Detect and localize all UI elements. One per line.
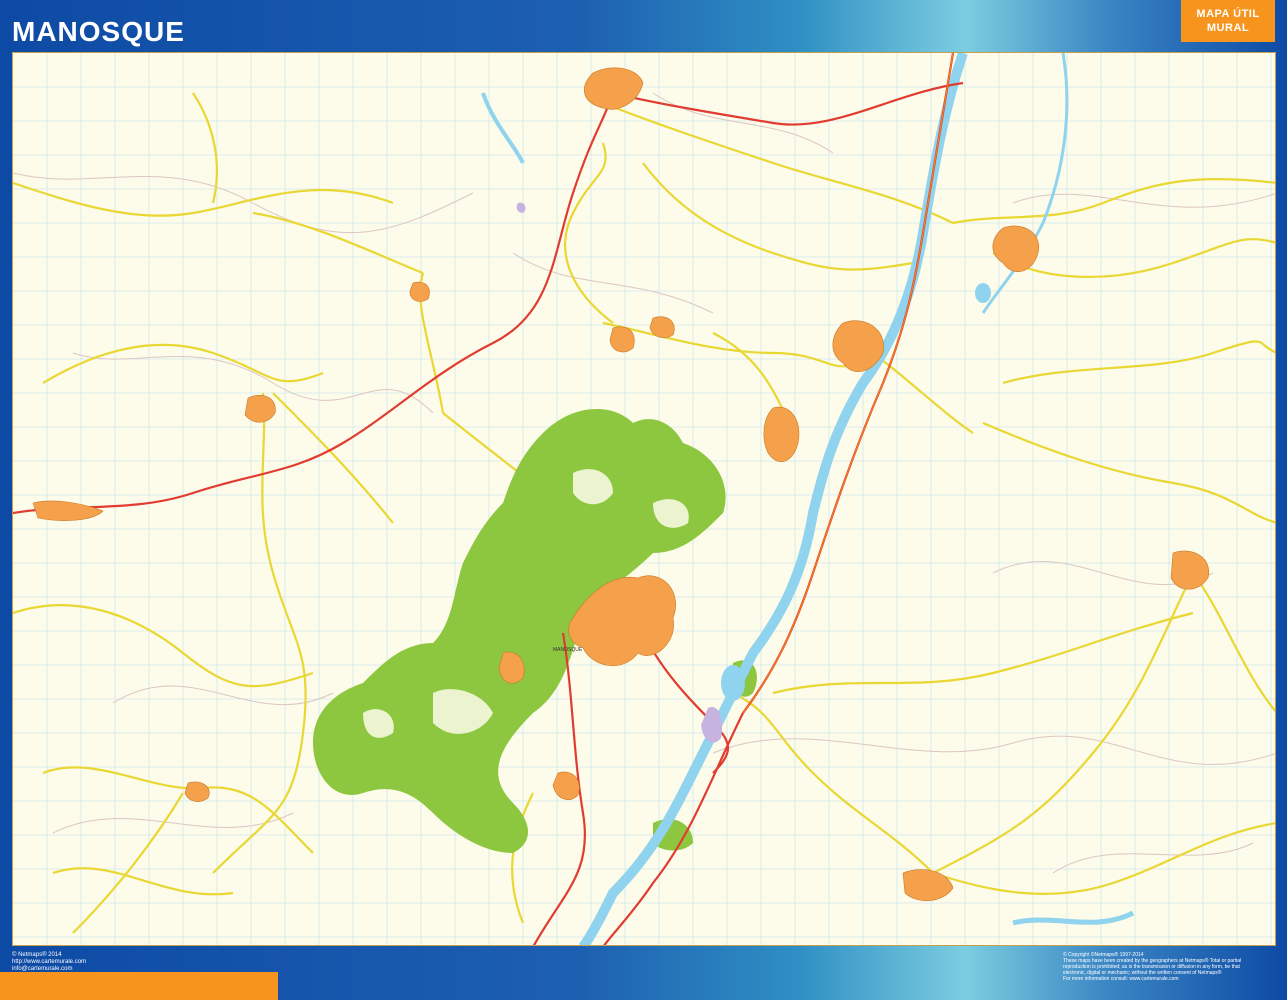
- footer-legal: © Copyright ©Netmaps® 1997-2014 These ma…: [1063, 952, 1275, 982]
- urban-east: [992, 225, 1040, 272]
- urban-south-east: [902, 869, 954, 901]
- urban-far-west: [32, 500, 104, 521]
- map-canvas[interactable]: MANOSQUE: [12, 52, 1276, 946]
- footer-website[interactable]: http://www.cartemurale.com: [12, 959, 86, 966]
- urban-mid: [763, 406, 800, 462]
- product-badge: MAPA ÚTIL MURAL: [1181, 0, 1275, 42]
- footer-copyright: © Netmaps® 2014: [12, 952, 62, 958]
- legal-line-5: For more information consult: www.cartem…: [1063, 976, 1179, 982]
- urban-small-2: [649, 316, 675, 338]
- footer-orange-bar: [0, 972, 278, 1000]
- urban-mid-north: [609, 326, 635, 353]
- urban-north: [584, 67, 644, 110]
- footer-left: © Netmaps® 2014 http://www.cartemurale.c…: [12, 952, 86, 973]
- urban-small-1: [409, 281, 430, 302]
- urban-west: [244, 394, 276, 423]
- urban-south-west: [184, 781, 210, 802]
- manosque-label: MANOSQUE: [553, 647, 583, 653]
- badge-line-1: MAPA ÚTIL: [1196, 8, 1260, 20]
- badge-line-2: MURAL: [1206, 22, 1250, 34]
- map-title: MANOSQUE: [12, 16, 185, 47]
- map-svg: MANOSQUE: [13, 53, 1275, 945]
